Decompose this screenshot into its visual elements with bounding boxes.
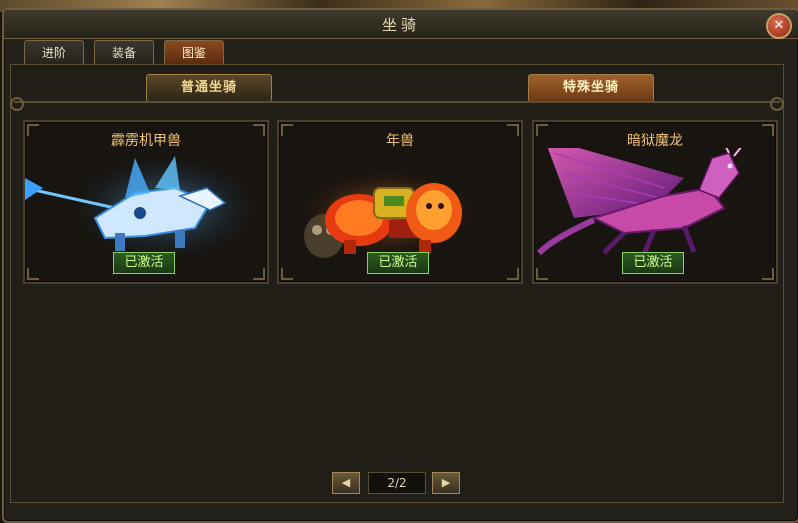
demon-dragon-mount-image [536,148,742,256]
mount-card-2[interactable]: 年兽 已激活 [277,120,523,284]
close-icon: ✕ [773,18,785,33]
window-titlebar[interactable]: 坐骑 ✕ [4,10,798,39]
activated-badge: 已激活 [622,252,684,274]
activated-badge: 已激活 [113,252,175,274]
close-button[interactable]: ✕ [766,13,792,39]
tab-advance[interactable]: 进阶 [24,40,84,65]
triangle-right-icon: ▶ [441,476,451,489]
mount-card-3[interactable]: 暗狱魔龙 已激活 [532,120,778,284]
pagination: ◀ 2/2 ▶ [332,472,460,494]
prev-page-button[interactable]: ◀ [332,472,360,494]
mount-card-1[interactable]: 霹雳机甲兽 已激活 [23,120,269,284]
section-divider [10,97,784,111]
next-page-button[interactable]: ▶ [432,472,460,494]
mech-beast-mount-image [25,156,255,258]
mount-name: 年兽 [386,133,414,149]
mount-name: 霹雳机甲兽 [111,133,181,149]
tab-equipment[interactable]: 装备 [94,40,154,65]
mount-name: 暗狱魔龙 [627,133,683,149]
window-title: 坐骑 [381,16,420,34]
normal-mounts-button[interactable]: 普通坐骑 [146,74,272,102]
special-mounts-button[interactable]: 特殊坐骑 [528,74,654,102]
tab-codex[interactable]: 图鉴 [164,40,224,65]
triangle-left-icon: ◀ [341,476,351,489]
page-indicator: 2/2 [368,472,426,494]
activated-badge: 已激活 [367,252,429,274]
fire-lion-mount-image [304,171,474,258]
